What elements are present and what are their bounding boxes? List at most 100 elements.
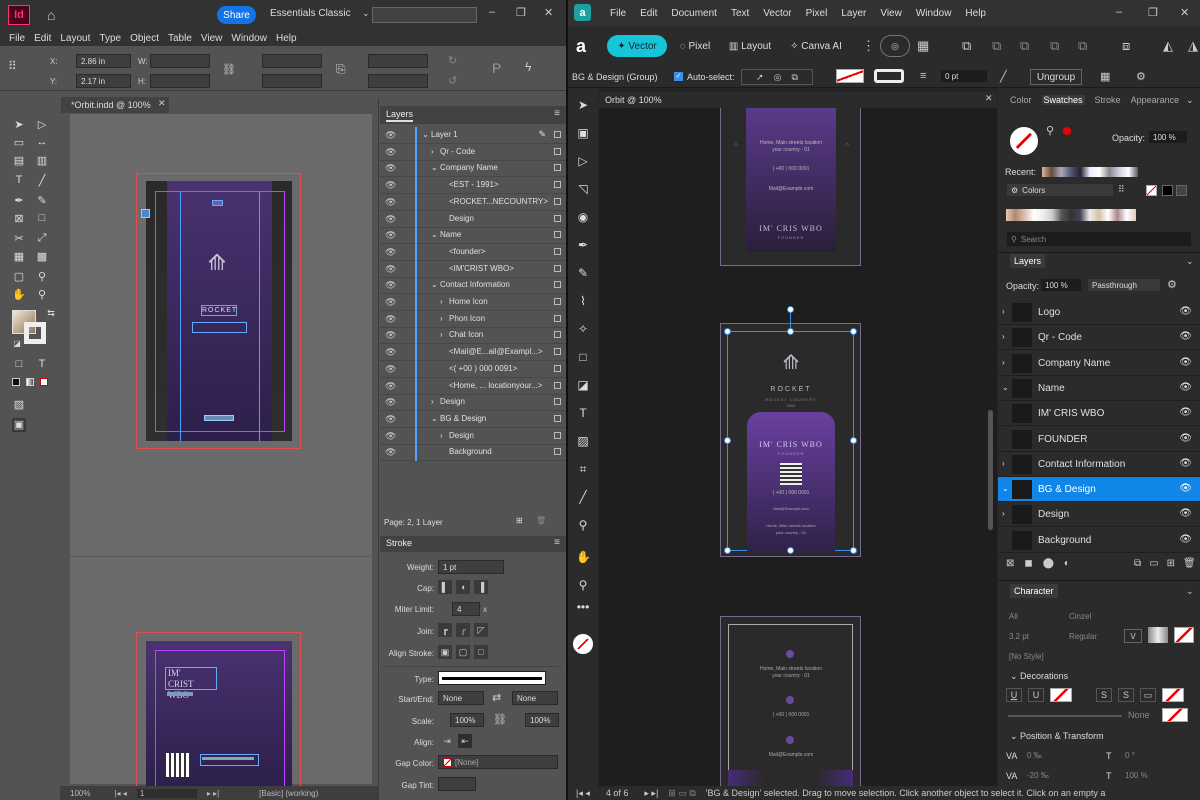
eye-icon[interactable]: 👁 xyxy=(385,230,396,241)
delete-layer-icon[interactable]: 🗑 xyxy=(536,516,546,525)
menu-edit[interactable]: Edit xyxy=(34,33,51,44)
af-layer-row[interactable]: › Design 👁 xyxy=(998,502,1200,528)
layer-select-square[interactable] xyxy=(554,164,561,172)
strikethrough-icon[interactable]: S xyxy=(1096,688,1112,702)
menu-file[interactable]: File xyxy=(9,33,25,44)
disclosure-icon[interactable]: › xyxy=(440,297,443,306)
shear-field[interactable] xyxy=(368,74,428,88)
scale-link-icon[interactable]: ⛓ xyxy=(493,713,507,726)
layer-row[interactable]: 👁 <Home, ... locationyour...> xyxy=(380,377,566,395)
font-family-select[interactable]: Cinzel xyxy=(1064,609,1192,623)
recent-swatches[interactable] xyxy=(1042,167,1138,177)
layer-select-square[interactable] xyxy=(554,131,561,138)
mask-icon[interactable]: ⊠ xyxy=(1006,558,1014,569)
boolean-divide-icon[interactable]: ⧉ xyxy=(1078,38,1087,54)
layer-select-square[interactable] xyxy=(554,214,561,222)
menu-help[interactable]: Help xyxy=(276,33,297,44)
tagline-frame[interactable] xyxy=(192,322,247,333)
bevel-join-icon[interactable]: ◸ xyxy=(474,623,488,637)
layer-row[interactable]: 👁 Background xyxy=(380,444,566,462)
layer-select-square[interactable] xyxy=(554,398,561,406)
formatting-text-icon[interactable]: T xyxy=(35,358,49,372)
apply-none-icon[interactable] xyxy=(40,378,48,386)
add-group-icon[interactable]: ▭ xyxy=(1149,558,1158,569)
af-layer-row[interactable]: › Qr - Code 👁 xyxy=(998,325,1200,351)
stroke-type-select[interactable] xyxy=(438,671,546,685)
rotation-field[interactable] xyxy=(368,54,428,68)
brand-text-frame[interactable]: ROCKET xyxy=(201,305,237,316)
layer-select-square[interactable] xyxy=(554,414,561,422)
miter-join-icon[interactable]: ┏ xyxy=(438,623,452,637)
af-menu-file[interactable]: File xyxy=(610,8,626,19)
double-strikethrough-icon[interactable]: S xyxy=(1118,688,1134,702)
qr-frame[interactable] xyxy=(212,200,223,206)
af-layer-row[interactable]: › Logo 👁 xyxy=(998,300,1200,325)
disclosure-icon[interactable]: › xyxy=(440,330,443,339)
panel-collapse-icon[interactable]: ⌄ xyxy=(1186,95,1194,106)
handle-top-left[interactable] xyxy=(724,328,731,335)
stroke-swatch-af[interactable] xyxy=(874,69,904,83)
eye-icon[interactable]: 👁 xyxy=(385,247,396,258)
gap-color-select[interactable]: [None] xyxy=(438,755,558,769)
corner-tool-icon[interactable]: ◹ xyxy=(576,182,590,196)
move-tool-icon[interactable]: ➤ xyxy=(576,98,590,112)
af-eye-icon[interactable]: 👁 xyxy=(1179,331,1192,342)
flip-horizontal-icon[interactable]: ◭ xyxy=(1163,38,1173,54)
handle-top-right[interactable] xyxy=(850,328,857,335)
affinity-document-tab[interactable]: Orbit @ 100% xyxy=(599,92,997,108)
layer-select-square[interactable] xyxy=(554,314,561,322)
fill-tool-icon[interactable]: ✧ xyxy=(576,322,590,336)
stroke-width-field[interactable]: 0 pt xyxy=(940,69,988,83)
layer-row[interactable]: 👁 <founder> xyxy=(380,243,566,261)
round-join-icon[interactable]: ╭ xyxy=(456,623,470,637)
node-tool-icon[interactable]: ▷ xyxy=(576,154,590,168)
double-underline-icon[interactable]: U xyxy=(1028,688,1044,702)
text-style-select[interactable]: [No Style] xyxy=(1004,649,1192,663)
layer-row[interactable]: 👁 <ROCKET...NECOUNTRY> xyxy=(380,193,566,211)
direct-selection-icon[interactable]: ▷ xyxy=(35,118,49,132)
eye-icon[interactable]: 👁 xyxy=(385,130,396,141)
zoom-level[interactable]: 100% xyxy=(70,789,90,798)
stroke-tab[interactable]: Stroke xyxy=(386,538,412,548)
tracking-field[interactable]: 0 ‰ xyxy=(1022,748,1076,762)
eye-icon[interactable]: 👁 xyxy=(385,364,396,375)
add-layer-icon[interactable]: ⊞ xyxy=(1167,558,1175,569)
black-swatch[interactable] xyxy=(1162,185,1173,196)
opacity-field[interactable]: 100 % xyxy=(1148,130,1188,144)
close-icon[interactable]: ✕ xyxy=(544,6,553,19)
layout-persona-button[interactable]: ▥ Layout xyxy=(724,35,776,57)
swatches-tab[interactable]: Swatches xyxy=(1041,95,1085,105)
align-inside-icon[interactable]: ▢ xyxy=(456,645,470,659)
hand-tool-icon[interactable]: ✋ xyxy=(12,288,26,302)
stroke-tab-af[interactable]: Stroke xyxy=(1095,95,1121,105)
pen-tool-icon[interactable]: ✒ xyxy=(12,194,26,208)
stroke-style-icon[interactable]: ≡ xyxy=(920,70,926,82)
vector-brush-icon[interactable]: ⌇ xyxy=(576,294,590,308)
eyedropper-af-icon[interactable]: ⚲ xyxy=(1046,124,1054,137)
af-eye-icon[interactable]: 👁 xyxy=(1179,407,1192,418)
default-colors-icon[interactable]: ◪ xyxy=(10,339,24,353)
rotation-field-af[interactable]: 0 ° xyxy=(1120,748,1174,762)
af-eye-icon[interactable]: 👁 xyxy=(1179,458,1192,469)
character-collapse-icon[interactable]: ⌄ xyxy=(1186,586,1194,597)
arrange-icon[interactable]: ⧈ xyxy=(1122,38,1130,54)
color-picker-icon[interactable]: ⚲ xyxy=(576,518,590,532)
selection-tool-icon[interactable]: ➤ xyxy=(12,118,26,132)
layer-select-square[interactable] xyxy=(554,147,561,155)
layer-row[interactable]: 👁 Design xyxy=(380,210,566,228)
vector-flood-icon[interactable]: ◉ xyxy=(576,210,590,224)
align-grid-icon[interactable]: ▦ xyxy=(1100,70,1110,83)
boolean-subtract-icon[interactable]: ⧉ xyxy=(992,38,1001,54)
eye-icon[interactable]: 👁 xyxy=(385,381,396,392)
stroke-menu-icon[interactable]: ≡ xyxy=(554,537,560,548)
share-button[interactable]: Share xyxy=(217,6,256,24)
link-icon[interactable]: ⎘ xyxy=(336,62,346,77)
character-tab[interactable]: Character xyxy=(1010,584,1058,598)
pixel-persona-button[interactable]: ◌ Pixel xyxy=(672,35,718,57)
pen-tool-af-icon[interactable]: ✒ xyxy=(576,238,590,252)
contact-frame[interactable] xyxy=(200,754,259,766)
eye-icon[interactable]: 👁 xyxy=(385,447,396,458)
settings-gear-icon[interactable]: ⚙ xyxy=(1136,70,1146,83)
af-disclosure-icon[interactable]: › xyxy=(1002,509,1005,518)
layer-row[interactable]: 👁 › Design xyxy=(380,394,566,412)
